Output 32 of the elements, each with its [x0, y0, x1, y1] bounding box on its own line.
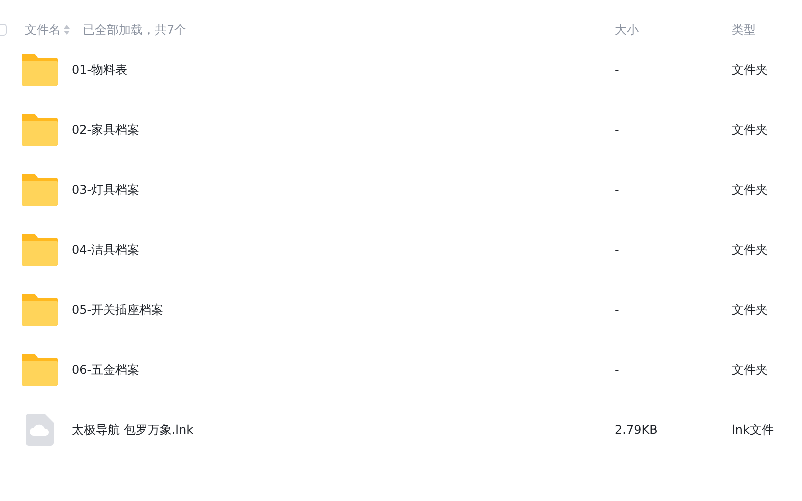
folder-icon — [22, 114, 58, 146]
file-type: 文件夹 — [732, 122, 769, 138]
file-type: 文件夹 — [732, 302, 769, 318]
file-name[interactable]: 03-灯具档案 — [72, 182, 615, 198]
file-size: - — [615, 123, 620, 137]
file-size: - — [615, 243, 620, 257]
file-type: 文件夹 — [732, 182, 769, 198]
folder-icon — [22, 294, 58, 326]
file-name[interactable]: 01-物料表 — [72, 62, 615, 78]
file-name[interactable]: 05-开关插座档案 — [72, 302, 615, 318]
file-size: - — [615, 363, 620, 377]
folder-icon — [22, 354, 58, 386]
folder-icon — [22, 234, 58, 266]
cloud-file-icon — [26, 414, 54, 446]
file-type: 文件夹 — [732, 242, 769, 258]
file-size: 2.79KB — [615, 423, 659, 437]
file-size: - — [615, 303, 620, 317]
file-size: - — [615, 183, 620, 197]
folder-icon — [22, 54, 58, 86]
file-type: lnk文件 — [732, 422, 775, 438]
type-column-header: 类型 — [732, 22, 757, 38]
file-type: 文件夹 — [732, 362, 769, 378]
file-type: 文件夹 — [732, 62, 769, 78]
file-name[interactable]: 06-五金档案 — [72, 362, 615, 378]
load-status: 已全部加载，共7个 — [83, 22, 188, 38]
file-name[interactable]: 04-洁具档案 — [72, 242, 615, 258]
size-column-header: 大小 — [615, 22, 640, 38]
file-size: - — [615, 63, 620, 77]
sort-icon[interactable] — [64, 25, 70, 35]
folder-icon — [22, 174, 58, 206]
file-name[interactable]: 太极导航 包罗万象.lnk — [72, 422, 615, 438]
file-name[interactable]: 02-家具档案 — [72, 122, 615, 138]
